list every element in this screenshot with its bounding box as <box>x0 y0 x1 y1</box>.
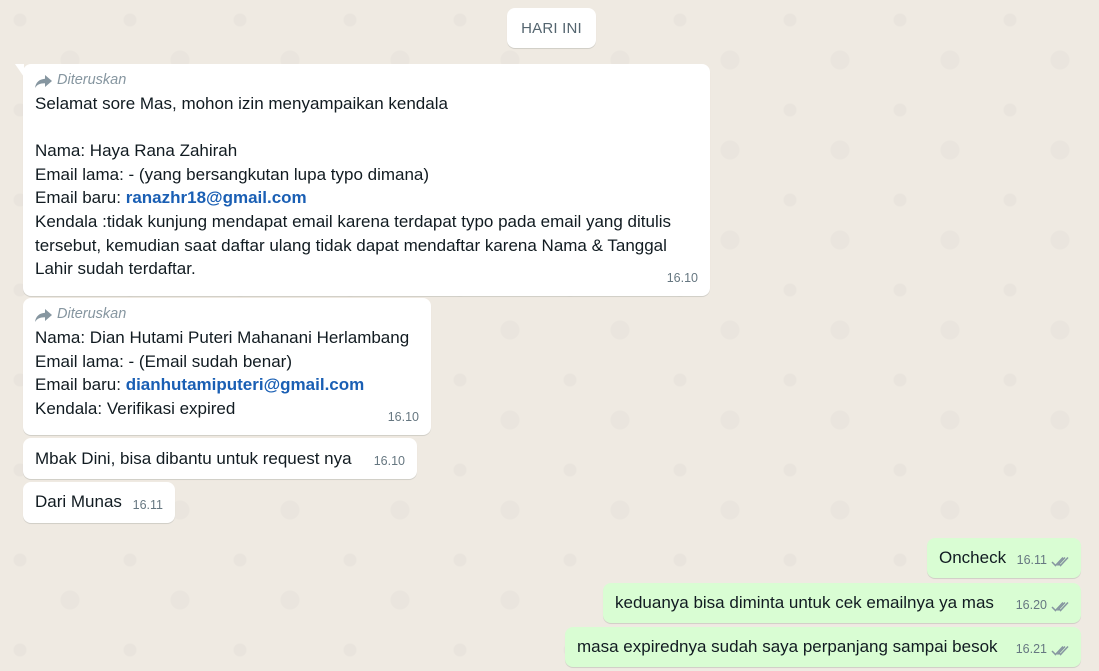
forwarded-label: Diteruskan <box>35 304 419 326</box>
message-text: masa expirednya sudah saya perpanjang sa… <box>577 637 998 656</box>
forwarded-text: Diteruskan <box>57 306 127 323</box>
message-meta: 16.11 <box>1017 549 1069 573</box>
message-text: Email lama: - (yang bersangkutan lupa ty… <box>35 164 430 184</box>
message-text: Nama: Haya Rana Zahirah <box>35 141 238 161</box>
message-text: Kendala :tidak kunjung mendapat email ka… <box>35 211 672 231</box>
message-text: Lahir sudah terdaftar. <box>35 259 196 279</box>
email-link[interactable]: ranazhr18@gmail.com <box>126 188 307 207</box>
message-text: Selamat sore Mas, mohon izin menyampaika… <box>35 94 448 113</box>
double-check-icon <box>1051 556 1069 567</box>
message-bubble-incoming[interactable]: Diteruskan Selamat sore Mas, mohon izin … <box>15 64 710 296</box>
date-chip: HARI INI <box>507 8 596 48</box>
forward-arrow-icon <box>35 74 52 88</box>
message-time: 16.21 <box>1015 642 1047 657</box>
message-text: keduanya bisa diminta untuk cek emailnya… <box>615 593 994 612</box>
message-meta: 16.21 <box>1016 638 1069 662</box>
double-check-icon <box>1051 645 1069 656</box>
message-text: Email lama: - (Email sudah benar) <box>35 351 292 371</box>
message-bubble-incoming[interactable]: Diteruskan Nama: Dian Hutami Puteri Maha… <box>23 298 431 435</box>
email-label: Email baru: <box>35 375 126 395</box>
forwarded-label: Diteruskan <box>35 70 698 92</box>
double-check-icon <box>1051 601 1069 612</box>
message-bubble-outgoing[interactable]: masa expirednya sudah saya perpanjang sa… <box>565 627 1081 667</box>
message-time: 16.11 <box>1016 553 1047 568</box>
message-time: 16.11 <box>132 498 163 513</box>
email-label: Email baru: <box>35 188 126 208</box>
message-bubble-incoming[interactable]: Dari Munas 16.11 <box>23 482 175 523</box>
chat-panel: HARI INI Diteruskan Selamat sore Mas, mo… <box>0 0 1099 671</box>
forwarded-text: Diteruskan <box>57 72 127 89</box>
message-text: Nama: Dian Hutami Puteri Mahanani Herlam… <box>35 328 410 347</box>
message-meta: 16.20 <box>1016 594 1069 618</box>
message-bubble-outgoing[interactable]: keduanya bisa diminta untuk cek emailnya… <box>603 583 1081 623</box>
message-text: tersebut, kemudian saat daftar ulang tid… <box>35 235 667 255</box>
email-line: Email baru: ranazhr18@gmail.com <box>35 186 698 210</box>
message-time: 16.20 <box>1015 598 1047 613</box>
message-text: Kendala: Verifikasi expired <box>35 398 236 418</box>
forward-arrow-icon <box>35 308 52 322</box>
email-link[interactable]: dianhutamiputeri@gmail.com <box>126 375 365 394</box>
message-time: 16.10 <box>387 410 419 425</box>
message-time: 16.10 <box>373 454 405 469</box>
message-text: Mbak Dini, bisa dibantu untuk request ny… <box>35 449 352 468</box>
message-time: 16.10 <box>666 271 698 286</box>
message-bubble-outgoing[interactable]: Oncheck 16.11 <box>927 538 1081 578</box>
email-line: Email baru: dianhutamiputeri@gmail.com <box>35 373 419 397</box>
message-bubble-incoming[interactable]: Mbak Dini, bisa dibantu untuk request ny… <box>23 438 417 479</box>
bubble-tail <box>15 64 24 77</box>
